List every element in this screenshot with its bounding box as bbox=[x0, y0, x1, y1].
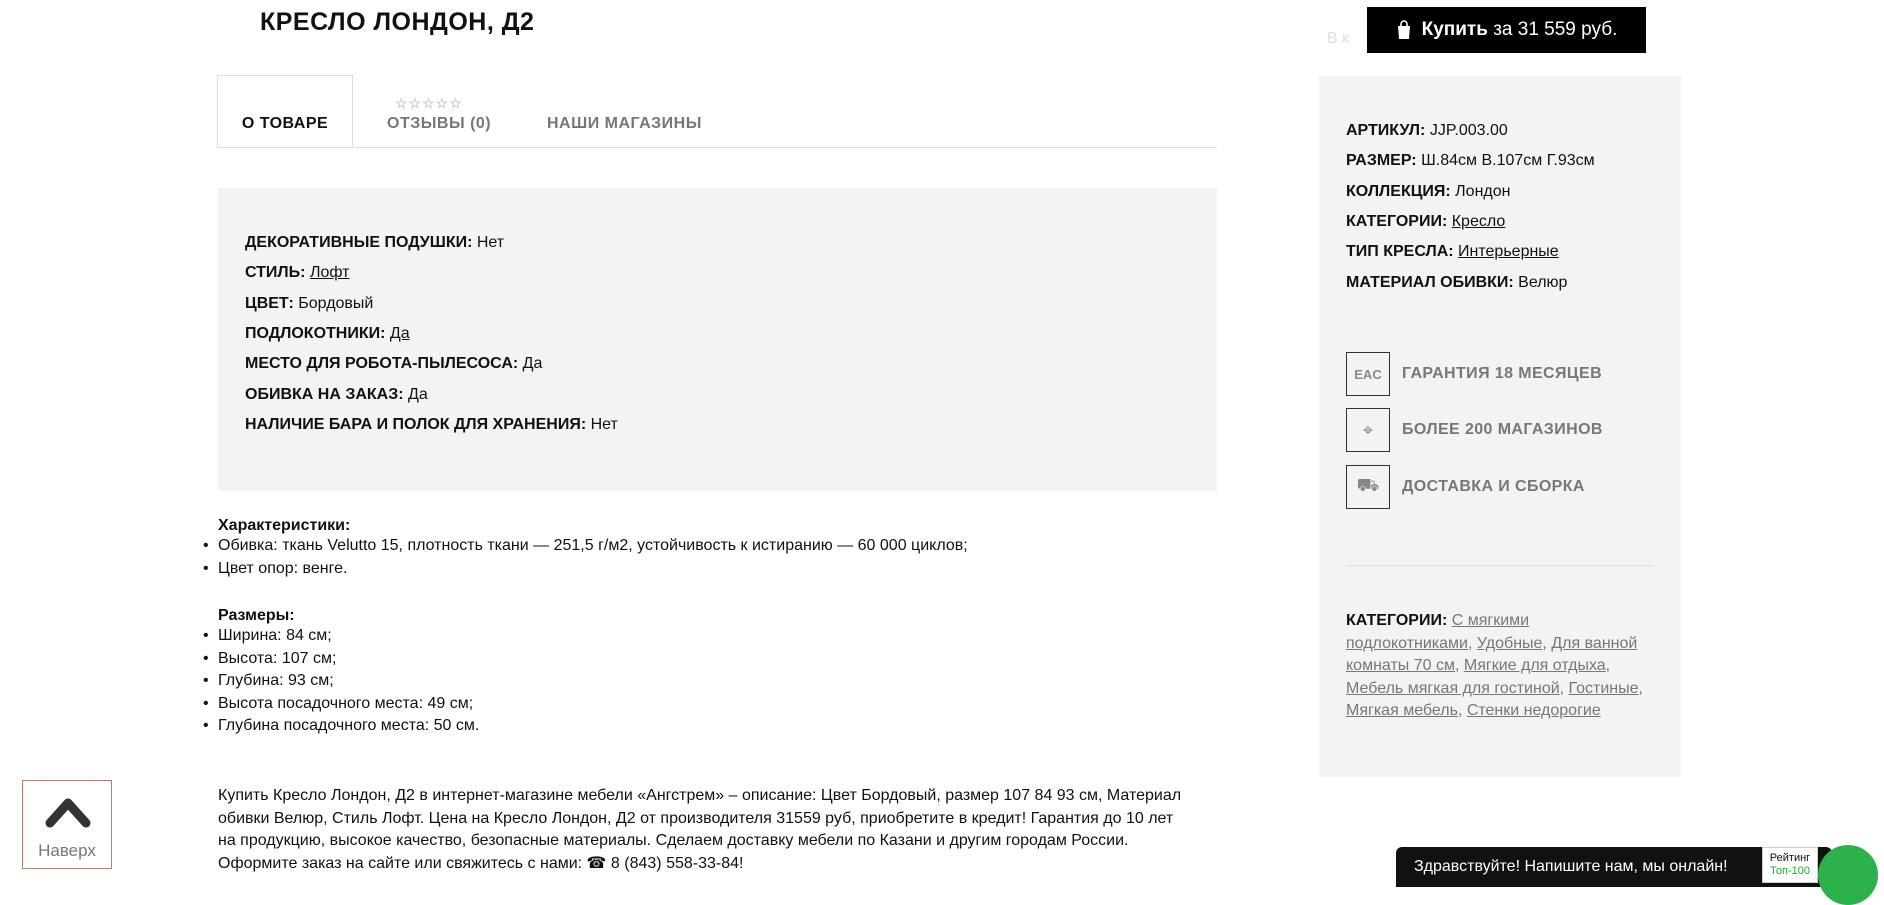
ghost-text: В к bbox=[1327, 30, 1350, 47]
spec-row: МАТЕРИАЛ ОБИВКИ: Велюр bbox=[1346, 274, 1568, 291]
sizes-heading: Размеры: bbox=[218, 607, 295, 624]
chat-launcher-icon[interactable] bbox=[1818, 845, 1878, 905]
shopping-bag-icon bbox=[1397, 20, 1410, 39]
divider bbox=[1346, 565, 1654, 566]
eac-icon: EAC bbox=[1346, 352, 1390, 396]
armrests-link[interactable]: Да bbox=[390, 325, 410, 342]
product-tabs: О ТОВАРЕ ☆☆☆☆☆ ОТЗЫВЫ (0) НАШИ МАГАЗИНЫ bbox=[217, 75, 1217, 148]
list-item: Глубина: 93 см; bbox=[203, 670, 479, 693]
tab-shops[interactable]: НАШИ МАГАЗИНЫ bbox=[547, 115, 702, 133]
prop-row: ДЕКОРАТИВНЫЕ ПОДУШКИ: Нет bbox=[245, 234, 505, 251]
category-link[interactable]: Удобные bbox=[1477, 635, 1543, 652]
category-link[interactable]: Гостиные bbox=[1569, 680, 1639, 697]
style-link[interactable]: Лофт bbox=[310, 264, 350, 281]
category-link[interactable]: Стенки недорогие bbox=[1467, 702, 1601, 719]
buy-button-label: Купить за 31 559 руб. bbox=[1421, 19, 1618, 40]
spec-row: АРТИКУЛ: JJP.003.00 bbox=[1346, 122, 1508, 139]
tab-about[interactable]: О ТОВАРЕ bbox=[217, 75, 353, 147]
list-item: Ширина: 84 см; bbox=[203, 625, 479, 648]
list-item: Глубина посадочного места: 50 см. bbox=[203, 715, 479, 738]
prop-row: ПОДЛОКОТНИКИ: Да bbox=[245, 325, 410, 342]
chair-type-link[interactable]: Интерьерные bbox=[1458, 243, 1559, 260]
prop-row: СТИЛЬ: Лофт bbox=[245, 264, 350, 281]
spec-row: ТИП КРЕСЛА: Интерьерные bbox=[1346, 243, 1559, 260]
chevron-up-icon bbox=[45, 798, 91, 828]
prop-row: ОБИВКА НА ЗАКАЗ: Да bbox=[245, 386, 428, 403]
rating-badge[interactable]: Рейтинг Топ-100 bbox=[1762, 847, 1818, 883]
characteristics-heading: Характеристики: bbox=[218, 517, 351, 534]
list-item: Высота посадочного места: 49 см; bbox=[203, 693, 479, 716]
category-link[interactable]: Мебель мягкая для гостиной bbox=[1346, 680, 1560, 697]
category-link[interactable]: Кресло bbox=[1452, 213, 1506, 230]
feature-shops: ⌖ БОЛЕЕ 200 МАГАЗИНОВ bbox=[1346, 408, 1603, 452]
scroll-to-top-label: Наверх bbox=[38, 841, 96, 860]
properties-panel: ДЕКОРАТИВНЫЕ ПОДУШКИ: Нет СТИЛЬ: Лофт ЦВ… bbox=[218, 188, 1217, 491]
spec-row: КАТЕГОРИИ: Кресло bbox=[1346, 213, 1506, 230]
category-link[interactable]: Мягкая мебель bbox=[1346, 702, 1458, 719]
delivery-truck-icon: ⛟ bbox=[1346, 465, 1390, 509]
spec-row: КОЛЛЕКЦИЯ: Лондон bbox=[1346, 183, 1511, 200]
tab-reviews-label: ОТЗЫВЫ (0) bbox=[387, 115, 492, 132]
category-link[interactable]: Мягкие для отдыха bbox=[1464, 657, 1606, 674]
prop-row: МЕСТО ДЛЯ РОБОТА-ПЫЛЕСОСА: Да bbox=[245, 355, 543, 372]
page-title: КРЕСЛО ЛОНДОН, Д2 bbox=[260, 8, 535, 36]
categories-list: КАТЕГОРИИ: С мягкими подлокотниками, Удо… bbox=[1346, 612, 1643, 719]
feature-warranty: EAC ГАРАНТИЯ 18 МЕСЯЦЕВ bbox=[1346, 352, 1602, 396]
prop-row: НАЛИЧИЕ БАРА И ПОЛОК ДЛЯ ХРАНЕНИЯ: Нет bbox=[245, 416, 618, 433]
spec-row: РАЗМЕР: Ш.84см В.107см Г.93см bbox=[1346, 152, 1595, 169]
sizes-block: Размеры: Ширина: 84 см; Высота: 107 см; … bbox=[203, 607, 479, 738]
buy-button[interactable]: Купить за 31 559 руб. bbox=[1367, 7, 1646, 53]
list-item: Обивка: ткань Velutto 15, плотность ткан… bbox=[203, 535, 968, 558]
prop-row: ЦВЕТ: Бордовый bbox=[245, 295, 374, 312]
rating-stars-icon: ☆☆☆☆☆ bbox=[395, 95, 463, 111]
feature-delivery: ⛟ ДОСТАВКА И СБОРКА bbox=[1346, 465, 1585, 509]
list-item: Цвет опор: венге. bbox=[203, 558, 968, 581]
seo-description: Купить Кресло Лондон, Д2 в интернет-мага… bbox=[218, 787, 1182, 872]
characteristics-block: Характеристики: Обивка: ткань Velutto 15… bbox=[203, 517, 968, 581]
location-pin-icon: ⌖ bbox=[1346, 408, 1390, 452]
list-item: Высота: 107 см; bbox=[203, 648, 479, 671]
sidebar-panel: АРТИКУЛ: JJP.003.00 РАЗМЕР: Ш.84см В.107… bbox=[1319, 76, 1681, 777]
scroll-to-top-button[interactable]: Наверх bbox=[22, 780, 112, 869]
